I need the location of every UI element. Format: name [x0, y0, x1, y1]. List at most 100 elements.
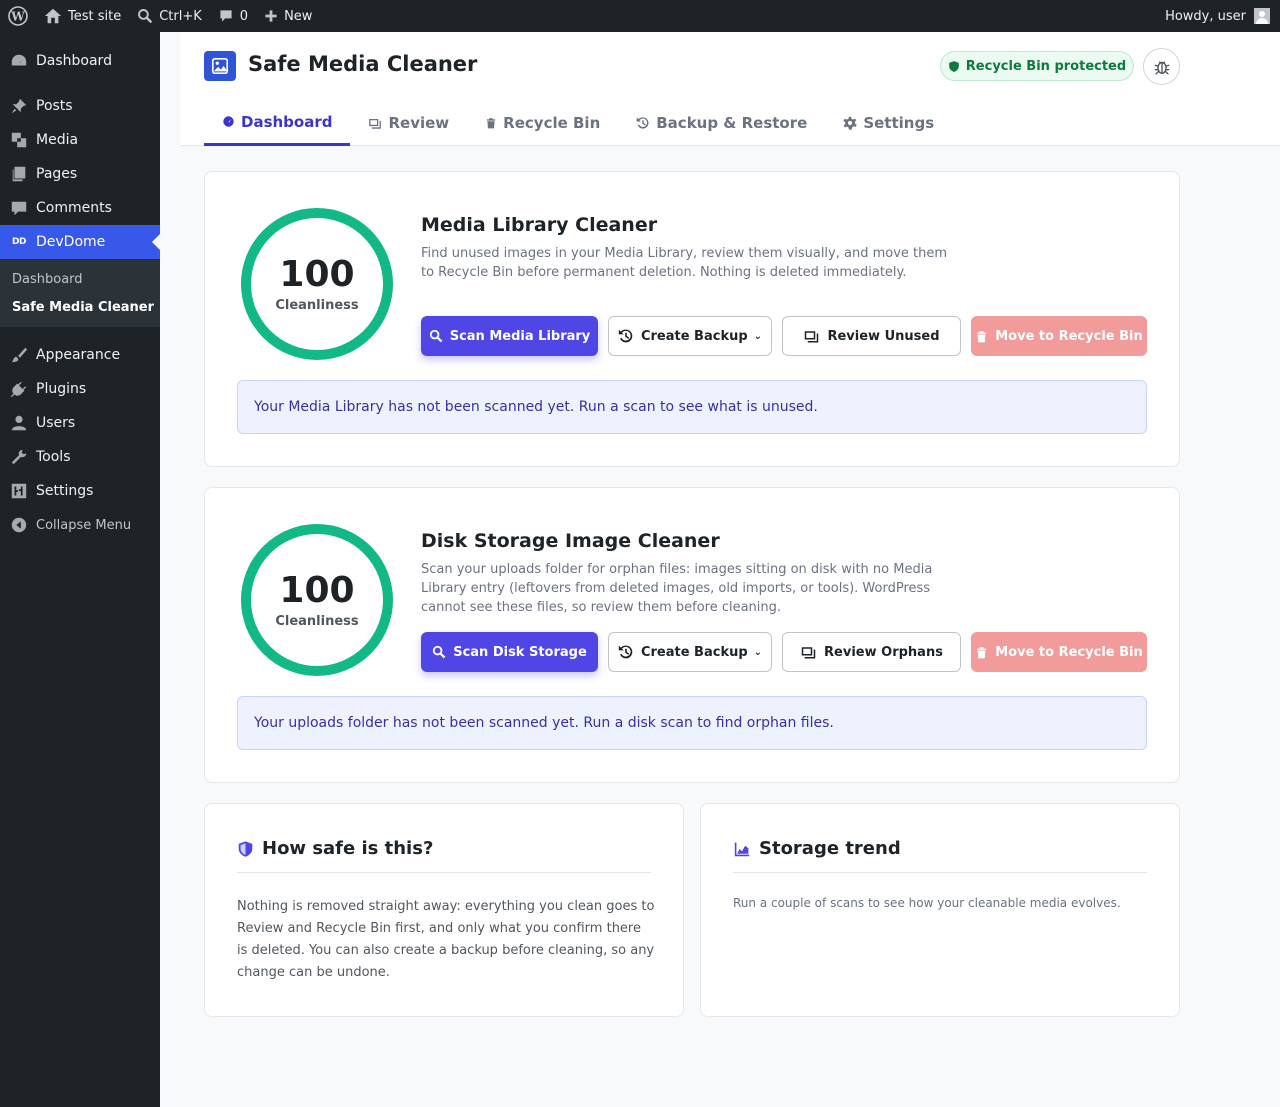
tab-recycle-bin[interactable]: Recycle Bin	[467, 100, 618, 146]
trend-title: Storage trend	[733, 838, 901, 859]
sidebar-item-label: Appearance	[36, 347, 121, 363]
sidebar-item-appearance[interactable]: Appearance	[0, 338, 160, 372]
sidebar-item-label: Tools	[36, 449, 71, 465]
cleanliness-score: 100	[279, 569, 355, 611]
submenu-item-safe-media-cleaner[interactable]: Safe Media Cleaner	[0, 293, 160, 321]
avatar	[1254, 8, 1270, 24]
debug-button[interactable]	[1143, 48, 1180, 85]
media-library-card: 100 Cleanliness Media Library Cleaner Fi…	[204, 171, 1180, 467]
disk-storage-card: 100 Cleanliness Disk Storage Image Clean…	[204, 487, 1180, 783]
sidebar-item-posts[interactable]: Posts	[0, 89, 160, 123]
images-icon	[801, 646, 816, 658]
cleanliness-score: 100	[279, 253, 355, 295]
tab-review[interactable]: Review	[350, 100, 467, 146]
sidebar-item-label: Pages	[36, 166, 78, 182]
search-icon	[433, 645, 446, 659]
tab-backup-restore[interactable]: Backup & Restore	[618, 100, 825, 146]
submenu-item-dashboard[interactable]: Dashboard	[0, 265, 160, 293]
wp-logo-button[interactable]: W	[0, 0, 36, 32]
comments-link[interactable]: 0	[210, 0, 256, 32]
safety-title-label: How safe is this?	[262, 838, 434, 859]
sidebar-item-tools[interactable]: Tools	[0, 440, 160, 474]
cleanliness-ring: 100 Cleanliness	[241, 208, 393, 360]
collapse-menu-button[interactable]: Collapse Menu	[0, 508, 160, 542]
create-backup-dropdown[interactable]: Create Backup ⌄	[608, 316, 772, 356]
review-orphans-button[interactable]: Review Orphans	[782, 632, 961, 672]
sidebar-item-comments[interactable]: Comments	[0, 191, 160, 225]
media-icon	[9, 130, 29, 150]
trend-title-label: Storage trend	[759, 838, 901, 859]
new-content-link[interactable]: New	[256, 0, 320, 32]
safety-title: How safe is this?	[237, 838, 433, 859]
sidebar-item-label: Users	[36, 415, 76, 431]
new-label: New	[284, 8, 313, 24]
pushpin-icon	[9, 96, 29, 116]
plug-icon	[9, 379, 29, 399]
comment-icon	[220, 10, 232, 22]
tab-settings[interactable]: Settings	[825, 100, 952, 146]
comments-count: 0	[239, 8, 249, 24]
wordpress-icon: W	[8, 6, 28, 26]
sidebar-item-devdome[interactable]: DD DevDome	[0, 225, 160, 259]
sidebar-item-media[interactable]: Media	[0, 123, 160, 157]
devdome-submenu: Dashboard Safe Media Cleaner	[0, 259, 160, 327]
scan-disk-storage-button[interactable]: Scan Disk Storage	[421, 632, 598, 672]
page-title: Safe Media Cleaner	[248, 52, 478, 76]
sidebar-item-users[interactable]: Users	[0, 406, 160, 440]
sliders-icon	[9, 481, 29, 501]
move-to-recycle-bin-button[interactable]: Move to Recycle Bin	[971, 632, 1147, 672]
sidebar-item-settings[interactable]: Settings	[0, 474, 160, 508]
search-shortcut[interactable]: Ctrl+K	[129, 0, 210, 32]
images-icon	[369, 118, 382, 129]
cleanliness-label: Cleanliness	[275, 297, 359, 313]
area-chart-icon	[734, 842, 750, 856]
divider	[733, 872, 1147, 873]
images-icon	[805, 330, 819, 342]
card-description: Scan your uploads folder for orphan file…	[421, 562, 933, 615]
button-label: Scan Disk Storage	[453, 644, 587, 660]
sidebar-item-pages[interactable]: Pages	[0, 157, 160, 191]
shield-icon	[948, 60, 959, 72]
button-label: Move to Recycle Bin	[995, 644, 1143, 660]
sidebar-item-label: Plugins	[36, 381, 87, 397]
move-to-recycle-bin-button[interactable]: Move to Recycle Bin	[971, 316, 1147, 356]
trash-icon	[486, 118, 496, 129]
dashboard-icon	[223, 116, 234, 127]
review-unused-button[interactable]: Review Unused	[782, 316, 961, 356]
admin-bar: W Test site Ctrl+K 0 New Howdy, user	[0, 0, 1280, 32]
chevron-down-icon: ⌄	[753, 330, 763, 342]
search-shortcut-label: Ctrl+K	[159, 8, 202, 24]
tab-label: Backup & Restore	[656, 114, 808, 132]
status-badge-label: Recycle Bin protected	[965, 58, 1127, 74]
user-icon	[9, 413, 29, 433]
comment-icon	[9, 198, 29, 218]
history-icon	[636, 117, 649, 129]
card-title: Disk Storage Image Cleaner	[421, 530, 720, 552]
sidebar-item-plugins[interactable]: Plugins	[0, 372, 160, 406]
search-icon	[429, 329, 443, 343]
safety-text: Nothing is removed straight away: everyt…	[237, 899, 655, 980]
sidebar-item-dashboard[interactable]: Dashboard	[0, 44, 160, 78]
gear-icon	[843, 116, 858, 130]
tab-dashboard[interactable]: Dashboard	[204, 100, 351, 146]
admin-sidebar: Dashboard Posts Media Pages Comments DD …	[0, 32, 160, 1107]
devdome-badge: DD	[12, 237, 26, 247]
tab-label: Review	[388, 114, 450, 132]
main-content: Safe Media Cleaner Recycle Bin protected…	[160, 32, 1280, 1107]
wrench-icon	[9, 447, 29, 467]
scan-notice: Your uploads folder has not been scanned…	[237, 696, 1147, 750]
collapse-icon	[9, 515, 29, 535]
tab-label: Settings	[863, 114, 935, 132]
site-name: Test site	[68, 8, 122, 24]
button-label: Create Backup	[640, 328, 748, 344]
scan-media-library-button[interactable]: Scan Media Library	[421, 316, 598, 356]
shield-icon	[238, 840, 253, 857]
my-account[interactable]: Howdy, user	[1165, 8, 1280, 24]
site-name-link[interactable]: Test site	[36, 0, 129, 32]
dashboard-icon	[9, 51, 29, 71]
cleanliness-ring: 100 Cleanliness	[241, 524, 393, 676]
scan-notice: Your Media Library has not been scanned …	[237, 380, 1147, 434]
sidebar-item-label: Posts	[36, 98, 73, 114]
create-backup-dropdown[interactable]: Create Backup ⌄	[608, 632, 772, 672]
greeting: Howdy, user	[1165, 8, 1246, 24]
